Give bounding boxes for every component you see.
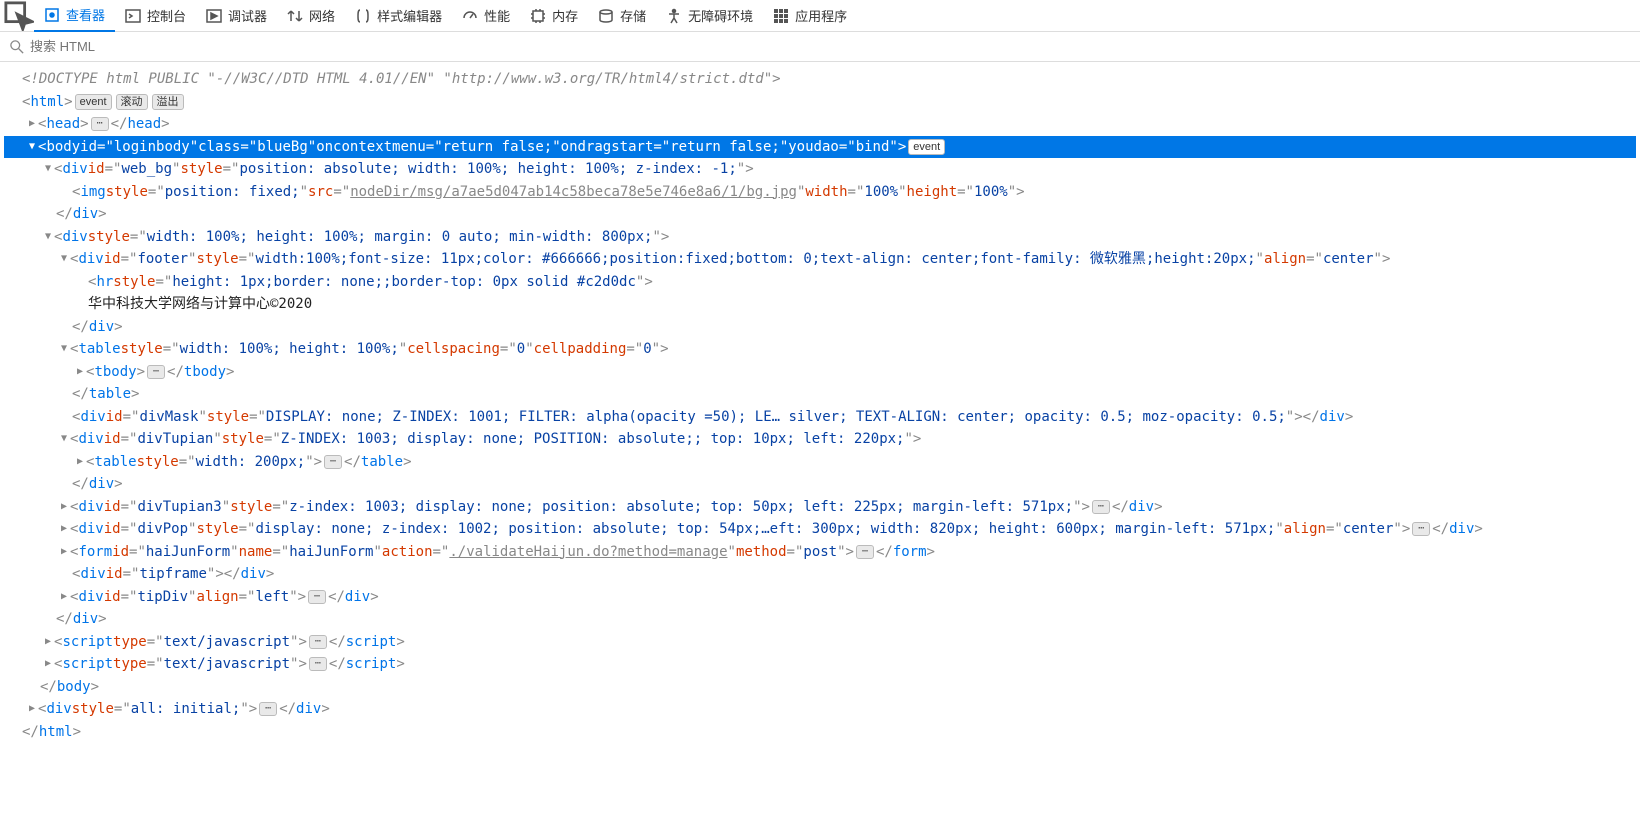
expand-arrow[interactable] — [74, 361, 86, 384]
tab-inspector[interactable]: 查看器 — [34, 0, 115, 32]
devtools-toolbar: 查看器 控制台 调试器 网络 样式编辑器 性能 内存 存储 无障碍环境 应用程序 — [0, 0, 1640, 32]
tab-perf[interactable]: 性能 — [452, 0, 520, 32]
expand-arrow[interactable] — [26, 698, 38, 721]
scroll-badge[interactable]: 滚动 — [116, 94, 148, 110]
divall-node[interactable]: <div style="all: initial;"> ⋯ </div> — [4, 698, 1636, 721]
outer-div-close[interactable]: </div> — [4, 608, 1636, 631]
web-bg-node[interactable]: <div id="web_bg" style="position: absolu… — [4, 158, 1636, 181]
footer-node[interactable]: <div id="footer" style="width:100%;font-… — [4, 248, 1636, 271]
tab-style-label: 样式编辑器 — [377, 6, 442, 25]
expand-arrow[interactable] — [74, 451, 86, 474]
tab-app-label: 应用程序 — [795, 6, 847, 25]
html-close[interactable]: </html> — [4, 721, 1636, 744]
tab-network[interactable]: 网络 — [277, 0, 345, 32]
ellipsis-icon[interactable]: ⋯ — [309, 635, 327, 649]
tab-console-label: 控制台 — [147, 6, 186, 25]
tab-storage-label: 存储 — [620, 6, 646, 25]
ellipsis-icon[interactable]: ⋯ — [309, 657, 327, 671]
divpop-node[interactable]: <div id="divPop" style="display: none; z… — [4, 518, 1636, 541]
table-node[interactable]: <table style="width: 100%; height: 100%;… — [4, 338, 1636, 361]
divtupian-node[interactable]: <div id="divTupian" style="Z-INDEX: 1003… — [4, 428, 1636, 451]
ellipsis-icon[interactable]: ⋯ — [1092, 500, 1110, 514]
form-node[interactable]: <form id="haiJunForm" name="haiJunForm" … — [4, 541, 1636, 564]
ellipsis-icon[interactable]: ⋯ — [91, 117, 109, 131]
divtupian3-node[interactable]: <div id="divTupian3" style="z-index: 100… — [4, 496, 1636, 519]
ellipsis-icon[interactable]: ⋯ — [856, 545, 874, 559]
tab-a11y-label: 无障碍环境 — [688, 6, 753, 25]
tab-memory-label: 内存 — [552, 6, 578, 25]
pick-element-icon[interactable] — [4, 1, 34, 31]
body-node[interactable]: <body id="loginbody" class="blueBg" onco… — [4, 136, 1636, 159]
expand-arrow[interactable] — [58, 338, 70, 361]
expand-arrow[interactable] — [58, 518, 70, 541]
ellipsis-icon[interactable]: ⋯ — [259, 702, 277, 716]
overflow-badge[interactable]: 溢出 — [152, 94, 184, 110]
divtupian-close[interactable]: </div> — [4, 473, 1636, 496]
expand-arrow[interactable] — [42, 158, 54, 181]
tab-a11y[interactable]: 无障碍环境 — [656, 0, 763, 32]
tipframe-node[interactable]: <div id="tipframe"></div> — [4, 563, 1636, 586]
footer-close[interactable]: </div> — [4, 316, 1636, 339]
expand-arrow[interactable] — [58, 541, 70, 564]
expand-arrow[interactable] — [42, 226, 54, 249]
tab-console[interactable]: 控制台 — [115, 0, 196, 32]
inner-table-node[interactable]: <table style="width: 200px;"> ⋯ </table> — [4, 451, 1636, 474]
table-close[interactable]: </table> — [4, 383, 1636, 406]
expand-arrow[interactable] — [58, 428, 70, 451]
ellipsis-icon[interactable]: ⋯ — [324, 455, 342, 469]
tab-app[interactable]: 应用程序 — [763, 0, 857, 32]
body-close[interactable]: </body> — [4, 676, 1636, 699]
tab-memory[interactable]: 内存 — [520, 0, 588, 32]
tab-network-label: 网络 — [309, 6, 335, 25]
html-search-bar — [0, 32, 1640, 62]
event-badge[interactable]: event — [75, 94, 112, 110]
hr-node[interactable]: <hr style="height: 1px;border: none;;bor… — [4, 271, 1636, 294]
footer-text-node[interactable]: 华中科技大学网络与计算中心©2020 — [4, 293, 1636, 316]
divmask-node[interactable]: <div id="divMask" style="DISPLAY: none; … — [4, 406, 1636, 429]
search-icon — [10, 40, 24, 54]
event-badge[interactable]: event — [908, 139, 945, 155]
ellipsis-icon[interactable]: ⋯ — [147, 365, 165, 379]
outer-div-node[interactable]: <div style="width: 100%; height: 100%; m… — [4, 226, 1636, 249]
tab-perf-label: 性能 — [484, 6, 510, 25]
script-node-2[interactable]: <script type="text/javascript"> ⋯ </scri… — [4, 653, 1636, 676]
head-node[interactable]: <head> ⋯ </head> — [4, 113, 1636, 136]
expand-arrow[interactable] — [42, 631, 54, 654]
tipdiv-node[interactable]: <div id="tipDiv" align="left"> ⋯ </div> — [4, 586, 1636, 609]
doctype-node[interactable]: <!DOCTYPE html PUBLIC "-//W3C//DTD HTML … — [4, 68, 1636, 91]
tab-debugger[interactable]: 调试器 — [196, 0, 277, 32]
img-node[interactable]: <img style="position: fixed;" src="nodeD… — [4, 181, 1636, 204]
script-node-1[interactable]: <script type="text/javascript"> ⋯ </scri… — [4, 631, 1636, 654]
tab-style[interactable]: 样式编辑器 — [345, 0, 452, 32]
expand-arrow[interactable] — [26, 113, 38, 136]
expand-arrow[interactable] — [42, 653, 54, 676]
ellipsis-icon[interactable]: ⋯ — [308, 590, 326, 604]
tab-debugger-label: 调试器 — [228, 6, 267, 25]
html-search-input[interactable] — [30, 39, 1630, 54]
html-open[interactable]: <html> event 滚动 溢出 — [4, 91, 1636, 114]
expand-arrow[interactable] — [58, 586, 70, 609]
expand-arrow[interactable] — [58, 248, 70, 271]
ellipsis-icon[interactable]: ⋯ — [1412, 522, 1430, 536]
expand-arrow[interactable] — [58, 496, 70, 519]
expand-arrow[interactable] — [26, 136, 38, 159]
tbody-node[interactable]: <tbody> ⋯ </tbody> — [4, 361, 1636, 384]
tab-storage[interactable]: 存储 — [588, 0, 656, 32]
web-bg-close[interactable]: </div> — [4, 203, 1636, 226]
dom-tree[interactable]: <!DOCTYPE html PUBLIC "-//W3C//DTD HTML … — [0, 62, 1640, 763]
tab-inspector-label: 查看器 — [66, 5, 105, 24]
